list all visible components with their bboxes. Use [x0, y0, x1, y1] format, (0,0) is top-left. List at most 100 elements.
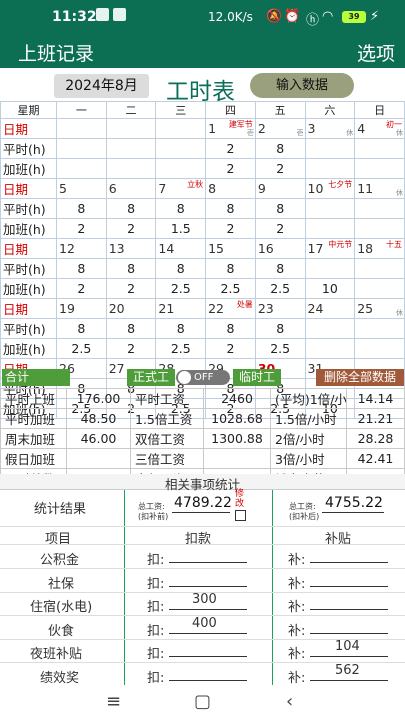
date-cell[interactable] [56, 118, 107, 139]
overtime-hours-cell[interactable]: 2.5 [254, 338, 306, 359]
date-cell[interactable] [155, 118, 207, 139]
normal-hours-cell[interactable]: 8 [254, 258, 306, 279]
normal-hours-cell[interactable]: 8 [56, 198, 107, 219]
date-cell[interactable]: 6 [105, 178, 157, 199]
normal-hours-cell[interactable] [354, 258, 405, 279]
normal-hours-cell[interactable]: 8 [205, 318, 256, 339]
overtime-hours-cell[interactable]: 1.5 [155, 218, 207, 239]
normal-hours-cell[interactable] [354, 198, 405, 219]
date-cell[interactable]: 23 [254, 298, 306, 319]
month-selector[interactable]: 2024年8月 [54, 74, 149, 98]
date-cell[interactable]: 17 中元节 [304, 238, 356, 259]
date-cell[interactable]: 19 [56, 298, 107, 319]
date-cell[interactable]: 13 [105, 238, 157, 259]
normal-hours-cell[interactable]: 8 [56, 258, 107, 279]
overtime-hours-cell[interactable]: 2 [254, 218, 306, 239]
total-before-value[interactable]: 4789.22 [174, 495, 232, 511]
overtime-hours-cell[interactable]: 2 [105, 278, 157, 299]
overtime-hours-cell[interactable] [354, 218, 405, 239]
normal-hours-cell[interactable]: 8 [105, 198, 157, 219]
overtime-hours-cell[interactable] [354, 158, 405, 179]
date-cell[interactable]: 3休 [304, 118, 356, 139]
date-cell[interactable]: 21 [155, 298, 207, 319]
normal-hours-cell[interactable]: 8 [254, 138, 306, 159]
overtime-hours-cell[interactable]: 2 [205, 158, 256, 179]
overtime-hours-cell[interactable]: 2.5 [254, 278, 306, 299]
date-cell[interactable]: 4 初一休 [354, 118, 405, 139]
normal-hours-cell[interactable]: 8 [155, 258, 207, 279]
date-cell[interactable]: 25 休 [354, 298, 405, 319]
overtime-hours-cell[interactable]: 2 [105, 218, 157, 239]
normal-hours-cell[interactable] [304, 198, 356, 219]
normal-hours-cell[interactable]: 8 [205, 198, 256, 219]
overtime-hours-cell[interactable] [155, 158, 207, 179]
date-cell[interactable]: 14 [155, 238, 207, 259]
overtime-hours-cell[interactable]: 2 [105, 338, 157, 359]
normal-hours-cell[interactable]: 8 [155, 318, 207, 339]
date-cell[interactable]: 24 [304, 298, 356, 319]
date-cell[interactable]: 1 建军节壱 [205, 118, 256, 139]
normal-hours-row: 平时(h) 2 8 [0, 138, 405, 159]
overtime-hours-cell[interactable] [354, 338, 405, 359]
overtime-hours-cell[interactable] [105, 158, 157, 179]
normal-hours-cell[interactable]: 8 [105, 318, 157, 339]
subsidy-input[interactable]: 104 [335, 639, 360, 654]
normal-hours-cell[interactable] [56, 138, 107, 159]
normal-hours-cell[interactable] [304, 258, 356, 279]
normal-hours-cell[interactable]: 8 [254, 318, 306, 339]
overtime-hours-cell[interactable]: 2 [205, 338, 256, 359]
home-icon[interactable]: ▢ [194, 691, 211, 712]
normal-hours-cell[interactable]: 8 [56, 318, 107, 339]
overtime-hours-cell[interactable] [56, 158, 107, 179]
subsidy-input[interactable]: 562 [335, 663, 360, 678]
date-cell[interactable]: 10 七夕节 [304, 178, 356, 199]
overtime-hours-cell[interactable]: 10 [304, 278, 356, 299]
date-cell[interactable] [105, 118, 157, 139]
date-cell[interactable]: 8 [205, 178, 256, 199]
overtime-hours-cell[interactable]: 2.5 [205, 278, 256, 299]
normal-hours-cell[interactable] [354, 318, 405, 339]
normal-hours-cell[interactable] [304, 138, 356, 159]
date-cell[interactable]: 11 休 [354, 178, 405, 199]
overtime-hours-cell[interactable]: 2 [56, 218, 107, 239]
date-cell[interactable]: 15 [205, 238, 256, 259]
overtime-hours-cell[interactable]: 2 [254, 158, 306, 179]
back-icon[interactable]: ‹ [286, 691, 293, 712]
overtime-hours-cell[interactable] [354, 278, 405, 299]
date-cell[interactable]: 22 处暑 [205, 298, 256, 319]
overtime-hours-cell[interactable]: 2 [56, 278, 107, 299]
date-cell[interactable]: 18 十五 [354, 238, 405, 259]
normal-hours-cell[interactable]: 8 [155, 198, 207, 219]
date-cell[interactable]: 16 [254, 238, 306, 259]
worker-type-toggle[interactable]: OFF [176, 370, 230, 385]
edit-checkbox[interactable] [235, 510, 246, 521]
overtime-hours-cell[interactable] [304, 158, 356, 179]
normal-hours-cell[interactable]: 8 [205, 258, 256, 279]
date-cell[interactable]: 5 [56, 178, 107, 199]
overtime-hours-cell[interactable] [304, 218, 356, 239]
normal-hours-cell[interactable] [155, 138, 207, 159]
overtime-hours-cell[interactable]: 2.5 [155, 278, 207, 299]
input-data-button[interactable]: 输入数据 [250, 73, 354, 98]
normal-hours-cell[interactable]: 8 [254, 198, 306, 219]
date-cell[interactable]: 2壱 [254, 118, 306, 139]
column-divider [124, 490, 125, 685]
overtime-hours-cell[interactable] [304, 338, 356, 359]
overtime-hours-cell[interactable]: 2.5 [56, 338, 107, 359]
normal-hours-cell[interactable] [304, 318, 356, 339]
deduct-input[interactable]: 300 [192, 592, 217, 607]
date-cell[interactable]: 20 [105, 298, 157, 319]
normal-hours-cell[interactable]: 2 [205, 138, 256, 159]
date-cell[interactable]: 7 立秋 [155, 178, 207, 199]
recents-icon[interactable]: ≡ [106, 691, 121, 712]
normal-hours-cell[interactable]: 8 [105, 258, 157, 279]
date-cell[interactable]: 12 [56, 238, 107, 259]
date-cell[interactable]: 9 [254, 178, 306, 199]
options-menu-button[interactable]: 选项 [357, 39, 395, 66]
normal-hours-cell[interactable] [105, 138, 157, 159]
normal-hours-cell[interactable] [354, 138, 405, 159]
deduct-input[interactable]: 400 [192, 616, 217, 631]
overtime-hours-cell[interactable]: 2.5 [155, 338, 207, 359]
delete-all-button[interactable]: 删除全部数据 [316, 369, 404, 386]
overtime-hours-cell[interactable]: 2 [205, 218, 256, 239]
